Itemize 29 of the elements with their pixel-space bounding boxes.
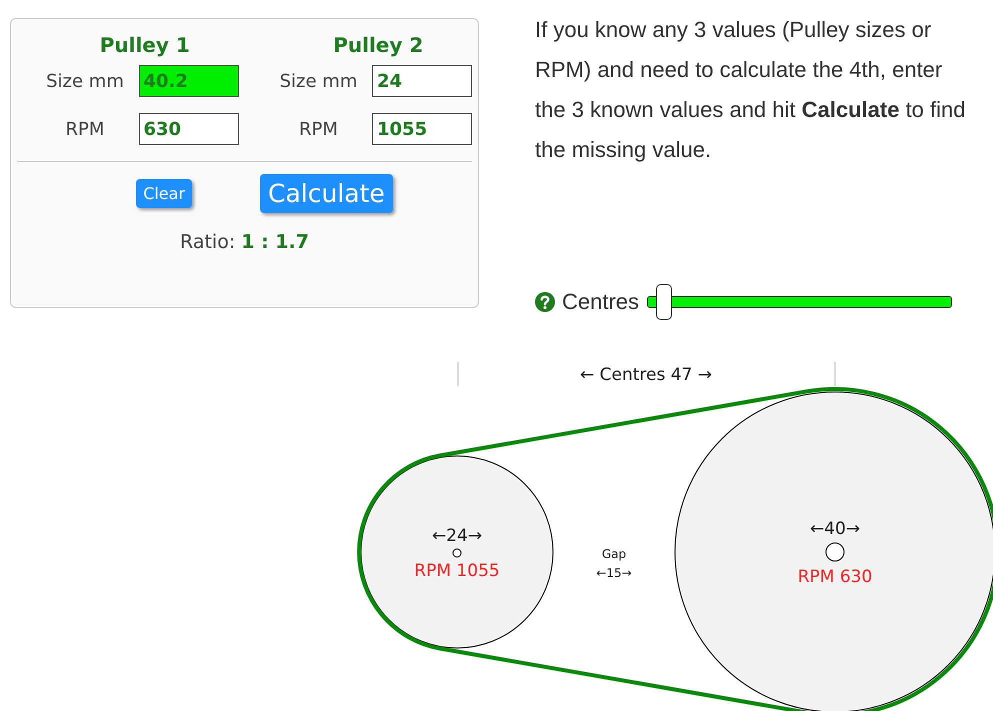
pulley-title: Pulley 2 [333, 33, 424, 57]
rpm-label: RPM 630 [798, 567, 872, 587]
axle-hole [826, 542, 844, 562]
centres-dimension: ← Centres 47 → [580, 365, 712, 385]
rpm-input[interactable]: 630 [138, 113, 238, 145]
centre-mark [834, 362, 836, 386]
pulley-title: Pulley 1 [100, 33, 190, 57]
slider-thumb[interactable] [656, 284, 672, 320]
rpm-label: RPM 1055 [414, 561, 500, 581]
size-input[interactable]: 40.2 [138, 65, 238, 97]
size-input[interactable]: 24 [372, 65, 472, 97]
gap-label: Gap [602, 547, 626, 561]
help-icon[interactable] [535, 292, 555, 312]
clear-button[interactable]: Clear [136, 179, 192, 208]
centres-slider[interactable] [647, 284, 952, 320]
slider-label: Centres [562, 289, 640, 315]
size-label: Size mm [45, 70, 125, 92]
ratio-label: Ratio: [180, 231, 236, 253]
axle-hole [452, 548, 462, 558]
diameter-label: ←24→ [432, 526, 482, 546]
instructions-text: If you know any 3 values (Pulley sizes or RPM) and need to calculate the 4th, enter the 3 known values and hit Calculate to find the missing value. [535, 16, 966, 164]
ratio-value: 1 : 1.7 [241, 231, 309, 253]
diameter-label: ←40→ [810, 519, 860, 539]
rpm-label: RPM [298, 118, 339, 140]
rpm-input[interactable]: 1055 [372, 113, 472, 145]
size-label: Size mm [278, 70, 358, 92]
calculate-button[interactable]: Calculate [260, 174, 393, 213]
rpm-label: RPM [64, 118, 106, 140]
gap-dimension: ←15→ [596, 566, 632, 580]
